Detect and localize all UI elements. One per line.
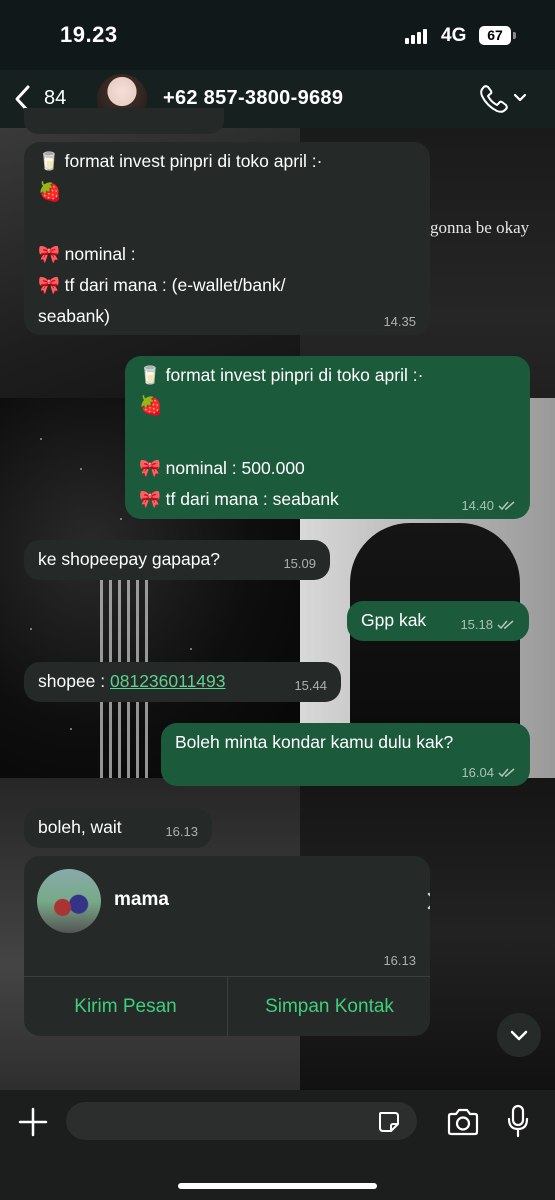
chevron-down-icon: [513, 93, 527, 102]
network-type: 4G: [441, 25, 467, 46]
message-text: shopee : 081236011493: [38, 666, 226, 697]
message-input[interactable]: [66, 1102, 417, 1140]
message-meta: 15.09: [283, 557, 316, 571]
message-meta: 14.35: [383, 315, 416, 329]
message-time: 15.18: [460, 617, 493, 632]
message-line: seabank): [38, 306, 110, 326]
message-bubble-incoming[interactable]: boleh, wait 16.13: [24, 808, 212, 848]
contact-name[interactable]: +62 857-3800-9689: [163, 87, 343, 110]
message-text: Gpp kak: [361, 610, 427, 630]
home-indicator[interactable]: [178, 1183, 377, 1189]
message-bubble-partial[interactable]: [24, 108, 224, 134]
read-receipt-icon: [497, 620, 514, 630]
message-meta: 15.44: [294, 679, 327, 693]
contact-card-avatar: [37, 869, 101, 933]
message-time: 16.13: [383, 953, 416, 968]
signal-icon: [405, 29, 427, 44]
message-line: 🎀 nominal :: [38, 244, 136, 264]
message-bubble-incoming[interactable]: 🥛 format invest pinpri di toko april :· …: [24, 142, 430, 335]
message-line: 🥛 format invest pinpri di toko april :·: [38, 151, 323, 171]
microphone-icon[interactable]: [507, 1104, 529, 1138]
send-message-button[interactable]: Kirim Pesan: [24, 977, 227, 1036]
camera-icon[interactable]: [446, 1108, 480, 1136]
wallpaper-text: gonna be okay: [430, 218, 530, 237]
message-bubble-outgoing[interactable]: Gpp kak 15.18: [347, 601, 529, 641]
message-bubble-incoming[interactable]: shopee : 081236011493 15.44: [24, 662, 341, 702]
message-time: 16.04: [461, 765, 494, 780]
message-line: 🥛 format invest pinpri di toko april :·: [139, 365, 424, 385]
message-line: 🎀 tf dari mana : (e-wallet/bank/: [38, 275, 286, 295]
battery-nub: [513, 32, 516, 39]
message-line: 🍓: [139, 396, 163, 417]
plus-icon[interactable]: [18, 1107, 48, 1137]
message-meta: 14.40: [461, 499, 516, 513]
message-time: 15.44: [294, 678, 327, 693]
battery-icon: 67: [479, 26, 511, 45]
chevron-right-icon[interactable]: [426, 891, 430, 911]
save-contact-button[interactable]: Simpan Kontak: [228, 977, 430, 1036]
message-line: [38, 208, 322, 239]
message-time: 15.09: [283, 556, 316, 571]
scroll-to-bottom-button[interactable]: [497, 1013, 541, 1057]
contact-card-name: mama: [114, 889, 169, 910]
status-time: 19.23: [60, 22, 118, 47]
message-line: [139, 422, 423, 453]
message-bubble-outgoing[interactable]: Boleh minta kondar kamu dulu kak? 16.04: [161, 723, 530, 786]
status-bar: 19.23 4G 67: [0, 0, 555, 70]
message-text: Boleh minta kondar kamu dulu kak?: [175, 732, 454, 752]
unread-count[interactable]: 84: [44, 87, 66, 110]
message-meta: 16.13: [165, 825, 198, 839]
message-time: 14.40: [461, 498, 494, 513]
phone-number-link[interactable]: 081236011493: [110, 671, 226, 691]
chevron-down-icon: [510, 1030, 528, 1041]
message-meta: 15.18: [460, 618, 515, 632]
contact-card[interactable]: mama 16.13 Kirim Pesan Simpan Kontak: [24, 856, 430, 1036]
message-time: 14.35: [383, 314, 416, 329]
read-receipt-icon: [498, 501, 515, 511]
sticker-icon[interactable]: [377, 1110, 401, 1134]
message-line: 🎀 tf dari mana : seabank: [139, 489, 339, 509]
read-receipt-icon: [498, 768, 515, 778]
message-bubble-outgoing[interactable]: 🥛 format invest pinpri di toko april :· …: [125, 356, 530, 519]
message-line: 🎀 nominal : 500.000: [139, 458, 305, 478]
message-time: 16.13: [165, 824, 198, 839]
message-prefix: shopee :: [38, 671, 110, 691]
message-bubble-incoming[interactable]: ke shopeepay gapapa? 15.09: [24, 540, 330, 580]
phone-icon[interactable]: [478, 82, 528, 114]
message-meta: 16.04: [461, 766, 516, 780]
message-line: 🍓: [38, 182, 62, 203]
message-text: boleh, wait: [38, 817, 122, 837]
message-text: ke shopeepay gapapa?: [38, 549, 220, 569]
